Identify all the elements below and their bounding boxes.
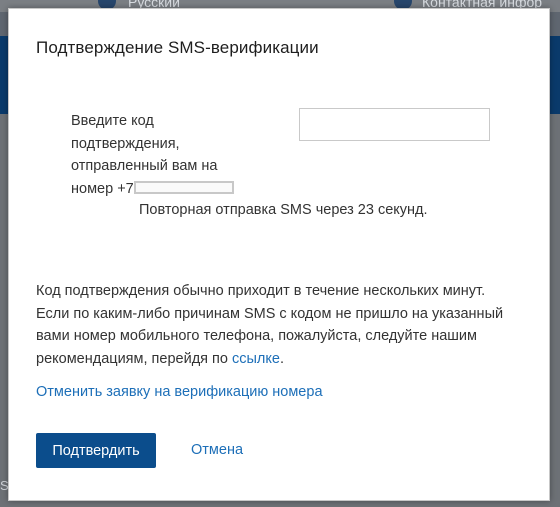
info-paragraph: Код подтверждения обычно приходит в тече… [36,280,516,370]
dialog-title: Подтверждение SMS-верификации [36,38,319,57]
masked-phone-number [133,180,234,194]
resend-countdown: Повторная отправка SMS через 23 секунд. [139,202,428,218]
info-end: . [279,350,284,367]
sms-verification-dialog: Подтверждение SMS-верификации Введите ко… [8,8,550,501]
cancel-verification-request-link[interactable]: Отменить заявку на верификацию номера [36,384,323,400]
verification-code-input[interactable] [299,108,490,141]
confirm-button[interactable]: Подтвердить [36,433,156,468]
cancel-button[interactable]: Отмена [191,433,243,468]
recommendations-link[interactable]: ссылке [232,351,280,367]
code-prompt: Введите код подтверждения, отправленный … [71,110,236,200]
